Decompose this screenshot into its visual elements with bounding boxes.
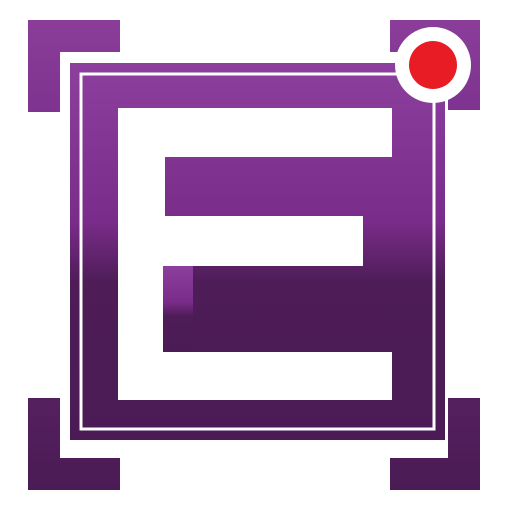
letter-e-channel-lower <box>163 266 193 352</box>
letter-e-top-bar <box>124 114 386 151</box>
app-logo-icon <box>0 0 512 512</box>
letter-e-middle-bar <box>124 222 357 260</box>
logo-graphic <box>28 20 480 490</box>
recording-dot-icon <box>409 41 457 89</box>
letter-e-bottom-bar <box>124 358 386 394</box>
